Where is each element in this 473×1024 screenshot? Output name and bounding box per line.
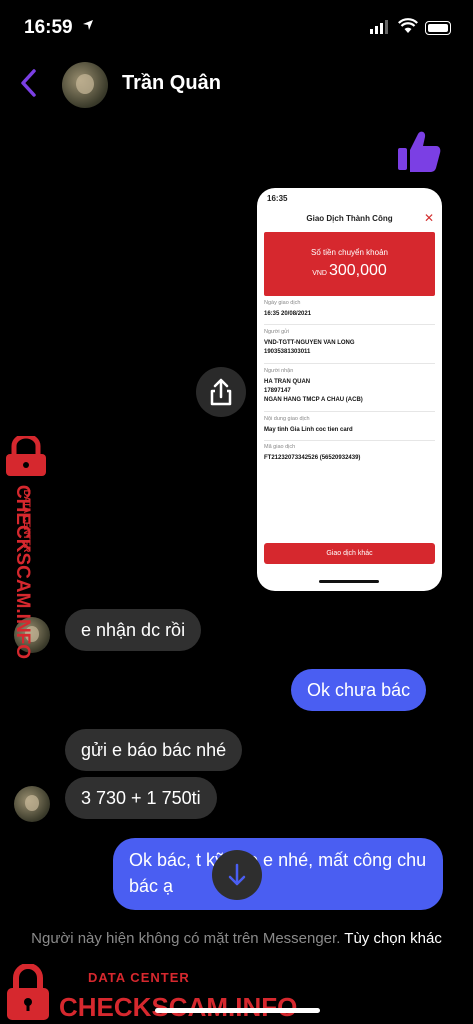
- message-incoming[interactable]: 3 730 + 1 750ti: [65, 777, 217, 819]
- receipt-row-txid: Mã giao dịch FT21232073342526 (5652093243…: [264, 444, 435, 468]
- row-value: 16:35 20/08/2021: [264, 311, 312, 317]
- wifi-icon: [398, 18, 418, 33]
- padlock-icon: [7, 964, 49, 1020]
- row-value: FT21232073342526 (56520932439): [264, 455, 361, 461]
- chat-header: Trần Quân: [0, 60, 473, 110]
- scroll-down-button[interactable]: [212, 850, 262, 900]
- watermark-label: DATA CENTER: [88, 970, 190, 985]
- message-incoming[interactable]: e nhận dc rồi: [65, 609, 202, 651]
- watermark-vertical: CHECKSCAM.INFO DATA CENTER: [2, 436, 52, 666]
- shared-image-receipt[interactable]: 16:35 Giao Dịch Thành Công ✕ Số tiền chu…: [257, 188, 442, 591]
- row-label: Ngày giao dịch: [264, 300, 301, 306]
- message-outgoing[interactable]: Ok chưa bác: [291, 669, 427, 711]
- receipt-row-sender: Người gửi VND-TGTT-NGUYEN VAN LONG 190353…: [264, 329, 435, 364]
- notice-text: Người này hiện không có mặt trên Messeng…: [31, 930, 341, 947]
- amount-label: Số tiền chuyển khoản: [311, 248, 388, 257]
- amount-value: VND 300,000: [264, 262, 435, 280]
- message-avatar[interactable]: [14, 786, 50, 822]
- receipt-other-transaction-button: Giao dịch khác: [264, 543, 435, 564]
- receipt-title: Giao Dịch Thành Công: [306, 214, 393, 223]
- home-indicator: [155, 1008, 320, 1013]
- message-outgoing[interactable]: Ok bác, t kỹ cho e nhé, mất công chu bác…: [113, 838, 443, 910]
- unavailable-notice: Người này hiện không có mặt trên Messeng…: [0, 928, 473, 950]
- status-bar: 16:59: [0, 0, 473, 60]
- row-value: May tinh Gia Linh coc tien card: [264, 427, 353, 433]
- row-label: Nội dung giao dịch: [264, 416, 310, 422]
- thumbs-up-icon: [398, 131, 441, 172]
- share-icon: [210, 378, 232, 406]
- padlock-icon: [6, 436, 46, 476]
- receipt-row-date: Ngày giao dịch 16:35 20/08/2021: [264, 300, 435, 325]
- status-time: 16:59: [24, 17, 73, 38]
- currency-label: VND: [312, 270, 327, 277]
- contact-name[interactable]: Trần Quân: [122, 72, 221, 95]
- arrow-down-icon: [228, 863, 246, 886]
- row-label: Người nhận: [264, 368, 294, 374]
- watermark-bottom: DATA CENTER CHECKSCAM.INFO: [2, 962, 297, 1024]
- amount-number: 300,000: [328, 262, 387, 279]
- close-icon: ✕: [423, 211, 434, 225]
- receipt-row-receiver: Người nhận HA TRAN QUAN 17897147 NGAN HAN…: [264, 368, 435, 412]
- row-value: HA TRAN QUAN 17897147 NGAN HANG TMCP A C…: [264, 379, 363, 403]
- row-value: VND-TGTT-NGUYEN VAN LONG 19035381303011: [264, 340, 355, 355]
- share-button[interactable]: [196, 367, 246, 417]
- message-incoming[interactable]: gửi e báo bác nhé: [65, 729, 243, 771]
- back-chevron-icon[interactable]: [18, 68, 40, 98]
- watermark-label: DATA CENTER: [22, 489, 32, 553]
- location-icon: [83, 20, 93, 30]
- receipt-home-indicator: [319, 580, 379, 583]
- more-options-link[interactable]: Tùy chọn khác: [344, 930, 442, 947]
- signal-icon: [370, 20, 388, 34]
- message-text: Ok bác, t kỹ cho e nhé, mất công chu bác…: [129, 850, 427, 896]
- receipt-row-content: Nội dung giao dịch May tinh Gia Linh coc …: [264, 416, 435, 441]
- battery-icon: [425, 21, 451, 35]
- receipt-amount-panel: Số tiền chuyển khoản VND 300,000: [264, 232, 435, 296]
- row-label: Người gửi: [264, 329, 290, 335]
- row-label: Mã giao dịch: [264, 444, 296, 450]
- receipt-status-time: 16:35: [267, 194, 288, 203]
- contact-avatar[interactable]: [62, 62, 108, 108]
